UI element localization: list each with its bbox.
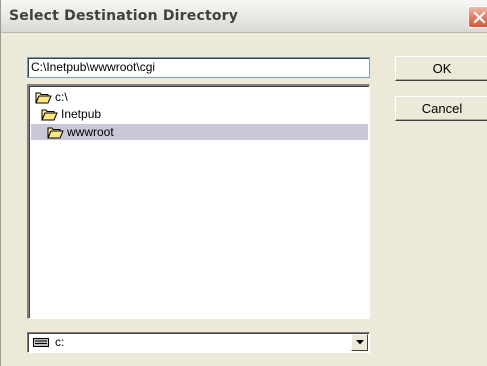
directory-item-label: wwwroot — [67, 125, 114, 139]
open-folder-icon — [47, 127, 64, 139]
title-bar[interactable]: Select Destination Directory — [1, 0, 487, 33]
drive-icon — [33, 338, 49, 347]
directory-item-label: c:\ — [55, 90, 68, 104]
close-button[interactable] — [468, 6, 487, 28]
directory-item-label: Inetpub — [61, 107, 102, 121]
drive-select-value: c: — [55, 335, 65, 349]
dialog-title: Select Destination Directory — [9, 8, 239, 24]
dropdown-button[interactable] — [351, 334, 368, 351]
ok-button[interactable]: OK — [395, 56, 487, 81]
open-folder-icon — [35, 92, 52, 104]
directory-item-inetpub[interactable]: Inetpub — [29, 106, 229, 122]
open-folder-icon — [41, 109, 58, 121]
directory-item-wwwroot[interactable]: wwwroot — [31, 124, 368, 140]
path-input[interactable]: C:\Inetpub\wwwroot\cgi — [27, 57, 370, 78]
cancel-button[interactable]: Cancel — [395, 96, 487, 121]
close-icon — [473, 11, 486, 24]
directory-list[interactable]: c:\ Inetpub wwwroot — [27, 84, 370, 319]
chevron-down-icon — [356, 340, 364, 345]
select-directory-dialog: Select Destination Directory C:\Inetpub\… — [0, 0, 487, 366]
directory-item-c-root[interactable]: c:\ — [29, 89, 229, 105]
drive-select[interactable]: c: — [27, 332, 370, 353]
